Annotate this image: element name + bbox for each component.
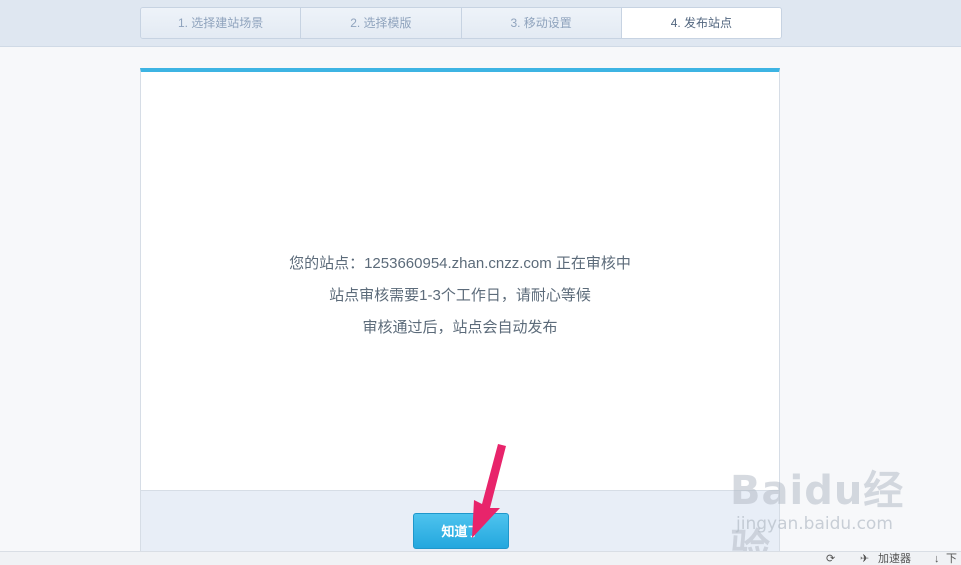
review-duration-text: 站点审核需要1-3个工作日，请耐心等候 xyxy=(329,287,591,304)
page: 1. 选择建站场景 2. 选择模版 3. 移动设置 4. 发布站点 您的站点：1… xyxy=(0,0,961,565)
download-label[interactable]: 下 xyxy=(946,552,957,565)
download-icon[interactable]: ↓ xyxy=(934,552,940,565)
annotation-arrow-icon xyxy=(472,444,506,538)
accelerator-label[interactable]: 加速器 xyxy=(878,552,911,565)
browser-statusbar: ⟳ ✈ 加速器 ↓ 下 xyxy=(0,551,961,565)
step-2-tab[interactable]: 2. 选择模版 xyxy=(301,8,462,38)
auto-publish-text: 审核通过后，站点会自动发布 xyxy=(362,319,558,336)
refresh-icon[interactable]: ⟳ xyxy=(826,552,835,565)
accelerator-icon[interactable]: ✈ xyxy=(860,552,869,565)
review-message: 您的站点：1253660954.zhan.cnzz.com 正在审核中 站点审核… xyxy=(141,248,779,344)
steps-header: 1. 选择建站场景 2. 选择模版 3. 移动设置 4. 发布站点 xyxy=(0,0,961,47)
step-navigation: 1. 选择建站场景 2. 选择模版 3. 移动设置 4. 发布站点 xyxy=(140,7,782,39)
step-1-tab[interactable]: 1. 选择建站场景 xyxy=(141,8,302,38)
step-3-tab[interactable]: 3. 移动设置 xyxy=(461,8,622,38)
site-status-text: 您的站点：1253660954.zhan.cnzz.com 正在审核中 xyxy=(289,255,631,272)
step-4-tab[interactable]: 4. 发布站点 xyxy=(621,8,781,38)
